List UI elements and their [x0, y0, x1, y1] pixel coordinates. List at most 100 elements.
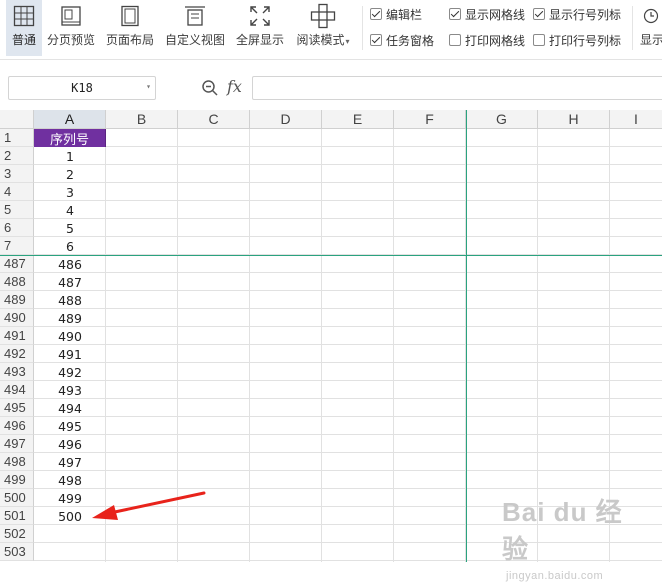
table-cell[interactable]: 496 [34, 435, 106, 453]
normal-view-button[interactable]: 普通 [6, 0, 42, 56]
column-header-b[interactable]: B [106, 110, 178, 129]
table-cell[interactable] [34, 543, 106, 561]
formula-bar-checkbox-label: 编辑栏 [386, 7, 423, 22]
custom-view-button[interactable]: 自定义视图 [164, 0, 226, 56]
grid-normal-icon [10, 0, 38, 32]
freeze-pane-vertical-line [466, 110, 467, 562]
row-header[interactable]: 4 [0, 183, 34, 201]
table-cell[interactable]: 488 [34, 291, 106, 309]
reading-mode-button[interactable]: 阅读模式▾ [294, 0, 352, 56]
table-cell[interactable]: 486 [34, 255, 106, 273]
row-header[interactable]: 7 [0, 237, 34, 255]
row-header[interactable]: 498 [0, 453, 34, 471]
row-header[interactable]: 488 [0, 273, 34, 291]
select-all-corner[interactable] [0, 110, 34, 129]
annotation-arrow-icon [92, 491, 206, 520]
row-header[interactable]: 490 [0, 309, 34, 327]
table-cell[interactable]: 498 [34, 471, 106, 489]
column-header-d[interactable]: D [250, 110, 322, 129]
display-button-partial[interactable]: 显示 [640, 0, 662, 56]
page-break-preview-button[interactable]: 分页预览 [44, 0, 98, 56]
reading-mode-icon [309, 0, 337, 32]
print-row-col-headers-label: 打印行号列标 [549, 33, 622, 48]
table-cell[interactable]: 497 [34, 453, 106, 471]
normal-view-label: 普通 [11, 33, 36, 47]
print-gridlines-checkbox[interactable]: 打印网格线 [449, 32, 525, 48]
custom-view-label: 自定义视图 [164, 33, 225, 47]
row-header[interactable]: 1 [0, 129, 34, 147]
row-header[interactable]: 500 [0, 489, 34, 507]
insert-function-icon[interactable]: fx [227, 77, 242, 96]
table-cell[interactable]: 490 [34, 327, 106, 345]
column-header-c[interactable]: C [178, 110, 250, 129]
table-cell[interactable]: 492 [34, 363, 106, 381]
page-break-preview-icon [57, 0, 85, 32]
print-gridlines-label: 打印网格线 [465, 33, 526, 48]
formula-input[interactable] [252, 76, 662, 100]
table-cell[interactable] [34, 525, 106, 543]
table-cell[interactable]: 4 [34, 201, 106, 219]
table-cell[interactable]: 493 [34, 381, 106, 399]
row-header[interactable]: 497 [0, 435, 34, 453]
fullscreen-label: 全屏显示 [235, 33, 284, 47]
table-cell[interactable]: 3 [34, 183, 106, 201]
row-header[interactable]: 491 [0, 327, 34, 345]
toggle-formula-bar-checkbox[interactable]: 编辑栏 [370, 6, 422, 22]
column-header-a[interactable]: A [34, 110, 106, 129]
page-layout-label: 页面布局 [105, 33, 154, 47]
row-header[interactable]: 492 [0, 345, 34, 363]
table-cell[interactable]: 494 [34, 399, 106, 417]
table-cell[interactable]: 495 [34, 417, 106, 435]
table-cell[interactable]: 1 [34, 147, 106, 165]
row-header[interactable]: 487 [0, 255, 34, 273]
table-cell[interactable]: 5 [34, 219, 106, 237]
row-header[interactable]: 496 [0, 417, 34, 435]
row-header[interactable]: 5 [0, 201, 34, 219]
checkbox-unchecked-icon [449, 34, 461, 46]
show-gridlines-checkbox[interactable]: 显示网格线 [449, 6, 525, 22]
row-header[interactable]: 6 [0, 219, 34, 237]
page-layout-button[interactable]: 页面布局 [104, 0, 156, 56]
header-cell-serial-number[interactable]: 序列号 [34, 129, 106, 148]
show-row-col-headers-checkbox[interactable]: 显示行号列标 [533, 6, 621, 22]
chevron-down-icon[interactable]: ▾ [146, 82, 151, 91]
checkbox-checked-icon [370, 8, 382, 20]
row-header[interactable]: 501 [0, 507, 34, 525]
row-header[interactable]: 3 [0, 165, 34, 183]
column-header-g[interactable]: G [466, 110, 538, 129]
column-header-i[interactable]: I [610, 110, 662, 129]
row-header[interactable]: 503 [0, 543, 34, 561]
show-row-col-headers-label: 显示行号列标 [549, 7, 622, 22]
zoom-search-icon[interactable] [200, 78, 220, 98]
row-header[interactable]: 489 [0, 291, 34, 309]
ribbon-divider [632, 6, 633, 50]
name-box[interactable]: K18 ▾ [8, 76, 156, 100]
ribbon-divider [362, 6, 363, 50]
checkbox-unchecked-icon [533, 34, 545, 46]
toggle-task-pane-checkbox[interactable]: 任务窗格 [370, 32, 434, 48]
checkbox-checked-icon [449, 8, 461, 20]
row-header[interactable]: 499 [0, 471, 34, 489]
table-cell[interactable]: 491 [34, 345, 106, 363]
row-header[interactable]: 495 [0, 399, 34, 417]
print-row-col-headers-checkbox[interactable]: 打印行号列标 [533, 32, 621, 48]
clock-icon [640, 0, 662, 32]
table-cell[interactable]: 2 [34, 165, 106, 183]
fullscreen-button[interactable]: 全屏显示 [234, 0, 286, 56]
watermark-main-text: Bai du 经验 [502, 497, 623, 564]
page-layout-icon [116, 0, 144, 32]
page-break-preview-label: 分页预览 [46, 33, 95, 47]
row-header[interactable]: 502 [0, 525, 34, 543]
column-header-e[interactable]: E [322, 110, 394, 129]
table-cell[interactable]: 487 [34, 273, 106, 291]
table-cell[interactable]: 6 [34, 237, 106, 255]
row-header[interactable]: 494 [0, 381, 34, 399]
column-header-h[interactable]: H [538, 110, 610, 129]
display-button-label: 显示 [640, 33, 662, 47]
watermark-sub-text: jingyan.baidu.com [506, 570, 604, 582]
row-header[interactable]: 493 [0, 363, 34, 381]
column-header-f[interactable]: F [394, 110, 466, 129]
table-cell[interactable]: 489 [34, 309, 106, 327]
row-header[interactable]: 2 [0, 147, 34, 165]
formula-bar: K18 ▾ fx [0, 60, 662, 110]
